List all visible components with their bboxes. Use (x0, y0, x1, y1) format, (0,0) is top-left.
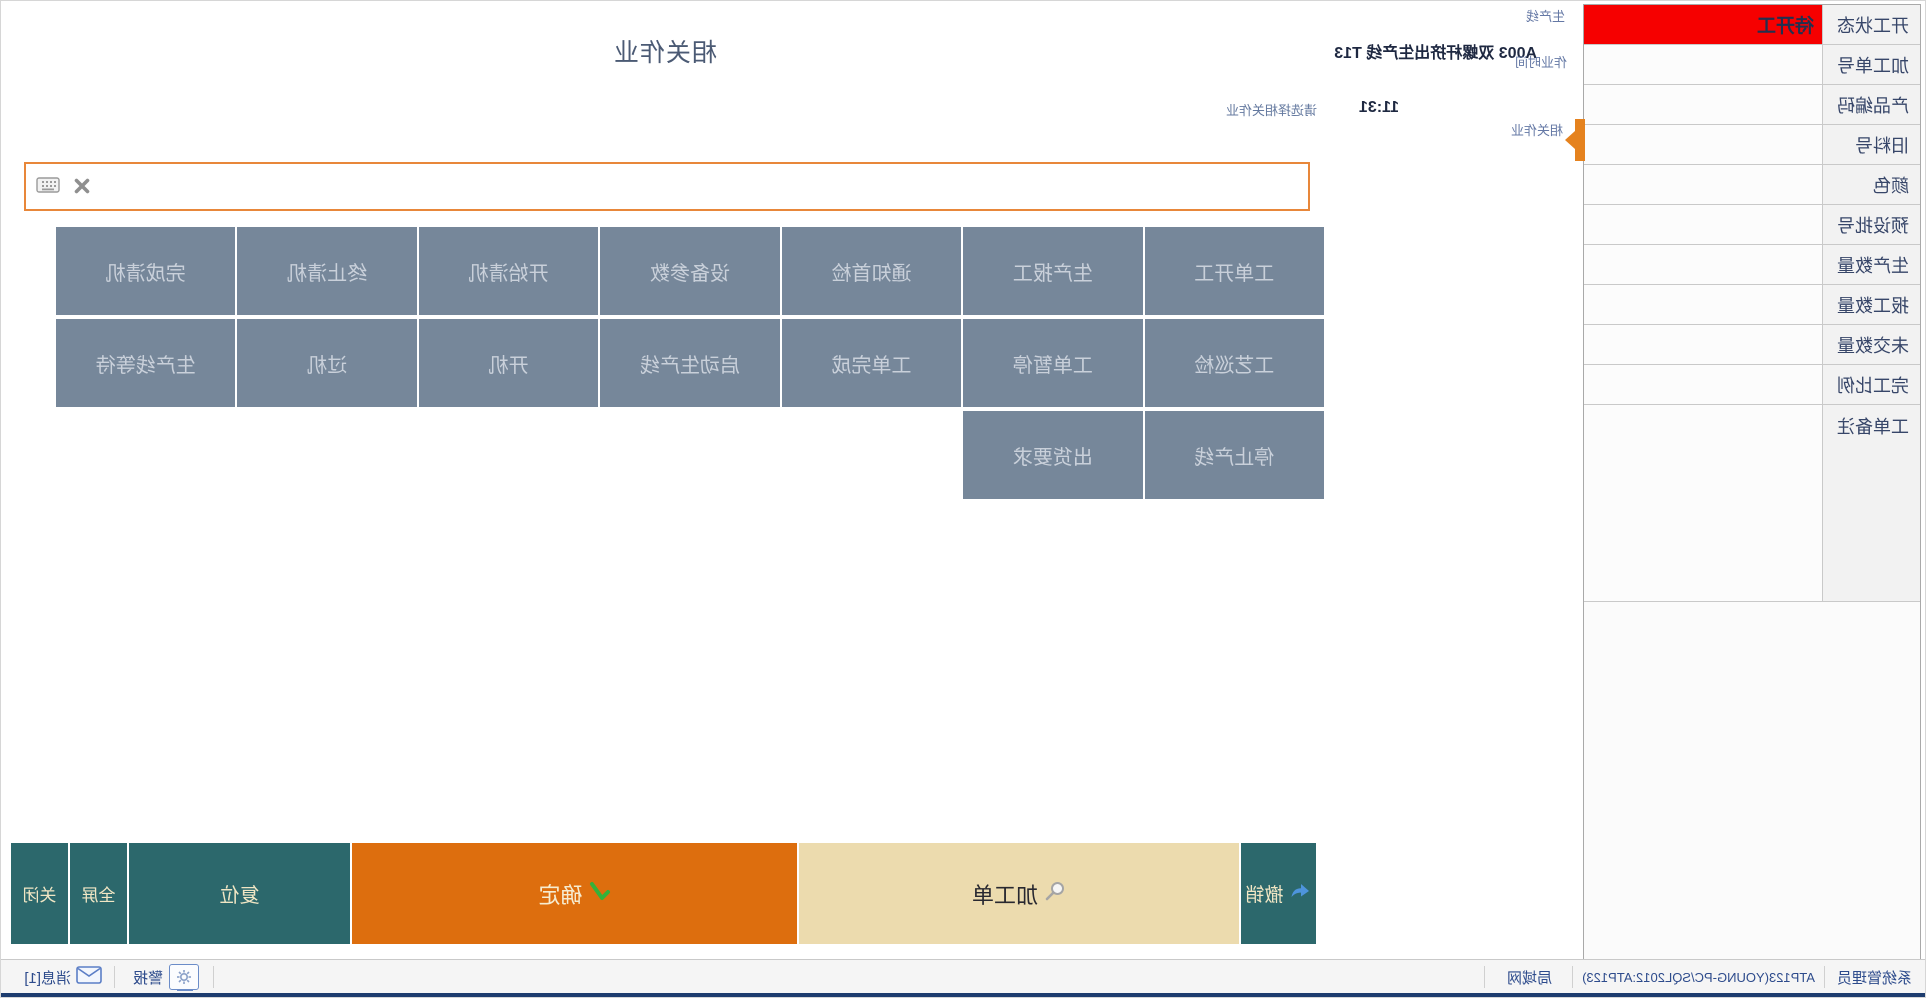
action-button-stop-clean[interactable]: 终止清机 (237, 227, 416, 315)
bottom-accent-strip (0, 993, 1925, 998)
field-value (1584, 365, 1822, 404)
envelope-icon (76, 966, 102, 988)
clear-icon[interactable] (73, 177, 91, 200)
field-label: 颜色 (1822, 165, 1920, 204)
panel-collapse-arrow-icon[interactable] (1565, 131, 1575, 149)
message-label: 消息[1] (24, 967, 71, 988)
field-value (1584, 325, 1822, 364)
work-order-panel: 开工状态 待开工 加工单号 产品编码 旧料号 颜色 预设批号 生产数量 报工数量 (1583, 4, 1921, 959)
field-value (1584, 85, 1822, 124)
panel-row-old-material: 旧料号 (1584, 125, 1920, 165)
field-label: 开工状态 (1822, 5, 1920, 44)
field-value (1584, 405, 1822, 601)
panel-row-reported-qty: 报工数量 (1584, 285, 1920, 325)
panel-row-prod-qty: 生产数量 (1584, 245, 1920, 285)
keyboard-icon[interactable] (36, 177, 60, 199)
field-value (1584, 245, 1822, 284)
action-button-line-wait[interactable]: 生产线等待 (56, 319, 235, 407)
panel-collapse-tab[interactable] (1575, 119, 1585, 161)
divider (114, 966, 115, 988)
gear-icon (169, 964, 199, 990)
action-button-start-order[interactable]: 工单开工 (1145, 227, 1324, 315)
production-line-label: 生产线 (1526, 6, 1565, 25)
panel-row-product-code: 产品编码 (1584, 85, 1920, 125)
action-button-device-params[interactable]: 设备参数 (600, 227, 779, 315)
action-button-stop-line[interactable]: 停止产线 (1145, 411, 1324, 499)
work-time-value: 11:31 (1359, 99, 1399, 117)
fullscreen-button[interactable]: 全屏 (70, 843, 127, 944)
divider (1572, 966, 1573, 988)
page-title: 相关作业 (613, 33, 717, 69)
panel-row-completion-ratio: 完工比例 (1584, 365, 1920, 405)
message-button[interactable]: 消息[1] (24, 960, 102, 994)
field-label: 生产数量 (1822, 245, 1920, 284)
field-label: 加工单号 (1822, 45, 1920, 84)
close-label: 关闭 (23, 881, 57, 906)
field-label: 完工比例 (1822, 365, 1920, 404)
work-time-label: 作业时间 (1515, 52, 1567, 71)
alarm-underline (177, 989, 193, 991)
action-button-pass-machine[interactable]: 过机 (237, 319, 416, 407)
panel-row-order-no: 加工单号 (1584, 45, 1920, 85)
reset-label: 复位 (220, 879, 260, 908)
field-label: 预设批号 (1822, 205, 1920, 244)
server-info: ATP123(YOUNG-PC/SQL2012:ATP123) (1582, 960, 1815, 994)
field-label: 工单备注 (1822, 405, 1920, 601)
action-button-start-clean[interactable]: 开始清机 (419, 227, 598, 315)
undo-icon (1290, 881, 1312, 907)
action-button-machine-on[interactable]: 开机 (419, 319, 598, 407)
action-button-pause-order[interactable]: 工单暂停 (963, 319, 1142, 407)
alarm-label: 警报 (133, 967, 163, 988)
status-badge: 待开工 (1584, 5, 1822, 44)
field-value (1584, 285, 1822, 324)
field-label: 报工数量 (1822, 285, 1920, 324)
action-button-first-inspect[interactable]: 通知首检 (782, 227, 961, 315)
divider (1484, 966, 1485, 988)
search-icon (1044, 880, 1066, 908)
work-order-label: 加工单 (972, 878, 1038, 910)
panel-row-remaining-qty: 未交数量 (1584, 325, 1920, 365)
panel-row-remark: 工单备注 (1584, 405, 1920, 602)
field-value (1584, 205, 1822, 244)
check-icon (589, 881, 611, 907)
field-value (1584, 125, 1822, 164)
fullscreen-label: 全屏 (82, 881, 116, 906)
divider (1824, 966, 1825, 988)
related-actions-grid: 工单开工 生产报工 通知首检 设备参数 开始清机 终止清机 完成清机 工艺巡检 … (56, 227, 1324, 499)
network-status: 局域网 (1507, 960, 1552, 994)
action-button-finish-clean[interactable]: 完成清机 (56, 227, 235, 315)
action-button-finish-order[interactable]: 工单完成 (782, 319, 961, 407)
status-bar: 系统管理员 ATP123(YOUNG-PC/SQL2012:ATP123) 局域… (0, 959, 1925, 993)
divider (213, 966, 214, 988)
undo-label: 撤销 (1246, 880, 1284, 907)
field-label: 产品编码 (1822, 85, 1920, 124)
production-line-value: A003 双螺杆挤出生产线 T13 (1334, 39, 1537, 63)
confirm-button[interactable]: 确定 (352, 843, 797, 944)
confirm-label: 确定 (539, 878, 583, 910)
panel-row-status: 开工状态 待开工 (1584, 5, 1920, 45)
action-button-process-patrol[interactable]: 工艺巡检 (1145, 319, 1324, 407)
section-label: 相关作业 (1511, 120, 1563, 139)
panel-filler (1584, 602, 1920, 962)
current-user: 系统管理员 (1837, 960, 1912, 994)
panel-row-color: 颜色 (1584, 165, 1920, 205)
related-operations-screen: 开工状态 待开工 加工单号 产品编码 旧料号 颜色 预设批号 生产数量 报工数量 (0, 0, 1926, 998)
field-label: 未交数量 (1822, 325, 1920, 364)
close-button[interactable]: 关闭 (11, 843, 68, 944)
field-value (1584, 45, 1822, 84)
action-button-report-work[interactable]: 生产报工 (963, 227, 1142, 315)
field-label: 旧料号 (1822, 125, 1920, 164)
action-button-ship-request[interactable]: 出货要求 (963, 411, 1142, 499)
panel-row-batch-no: 预设批号 (1584, 205, 1920, 245)
action-button-start-line[interactable]: 启动生产线 (600, 319, 779, 407)
select-action-hint: 请选择相关作业 (1226, 100, 1317, 119)
undo-button[interactable]: 撤销 (1241, 843, 1316, 944)
field-value (1584, 165, 1822, 204)
work-order-button[interactable]: 加工单 (799, 843, 1239, 944)
action-search-input[interactable] (24, 162, 1310, 211)
reset-button[interactable]: 复位 (129, 843, 350, 944)
